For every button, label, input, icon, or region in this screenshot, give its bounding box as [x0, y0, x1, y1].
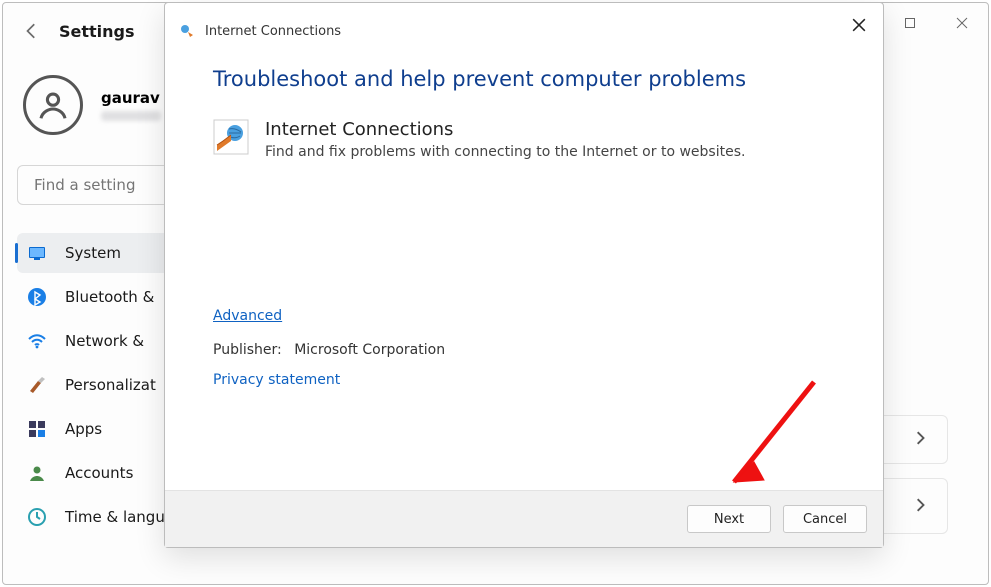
close-window-button[interactable] [936, 3, 988, 43]
advanced-link[interactable]: Advanced [213, 308, 282, 324]
privacy-link[interactable]: Privacy statement [213, 372, 340, 388]
cancel-button[interactable]: Cancel [783, 505, 867, 533]
troubleshooter-dialog: Internet Connections Troubleshoot and he… [164, 2, 884, 548]
publisher-row: Publisher: Microsoft Corporation [213, 342, 835, 358]
sidebar-item-label: Bluetooth & [65, 288, 154, 306]
app-title: Settings [59, 22, 135, 41]
sidebar-item-label: Apps [65, 420, 102, 438]
back-icon[interactable] [23, 22, 41, 40]
sidebar-item-label: Personalizat [65, 376, 156, 394]
publisher-key: Publisher: [213, 342, 282, 358]
dialog-close-button[interactable] [845, 11, 873, 39]
dialog-heading: Troubleshoot and help prevent computer p… [213, 67, 835, 91]
system-icon [27, 243, 47, 263]
person-icon [27, 463, 47, 483]
dialog-footer: Next Cancel [165, 490, 883, 547]
publisher-value: Microsoft Corporation [294, 342, 445, 358]
dialog-body: Troubleshoot and help prevent computer p… [165, 39, 883, 490]
bluetooth-icon [27, 287, 47, 307]
dialog-title: Internet Connections [205, 24, 341, 39]
troubleshooter-header-icon [179, 23, 195, 39]
brush-icon [27, 375, 47, 395]
wifi-icon [27, 331, 47, 351]
chevron-right-icon [913, 497, 927, 516]
sidebar-item-label: System [65, 244, 121, 262]
chevron-right-icon [913, 430, 927, 449]
troubleshooter-desc: Find and fix problems with connecting to… [265, 144, 745, 160]
sidebar-item-label: Network & [65, 332, 144, 350]
maximize-button[interactable] [884, 3, 936, 43]
internet-connections-icon [213, 119, 249, 155]
clock-icon [27, 507, 47, 527]
user-name: gaurav [101, 89, 161, 107]
sidebar-item-label: Accounts [65, 464, 133, 482]
troubleshooter-item[interactable]: Internet Connections Find and fix proble… [213, 119, 835, 160]
dialog-header: Internet Connections [165, 3, 883, 39]
avatar [23, 75, 83, 135]
user-sub-blurred [101, 111, 161, 121]
troubleshooter-name: Internet Connections [265, 119, 745, 140]
apps-icon [27, 419, 47, 439]
next-button[interactable]: Next [687, 505, 771, 533]
